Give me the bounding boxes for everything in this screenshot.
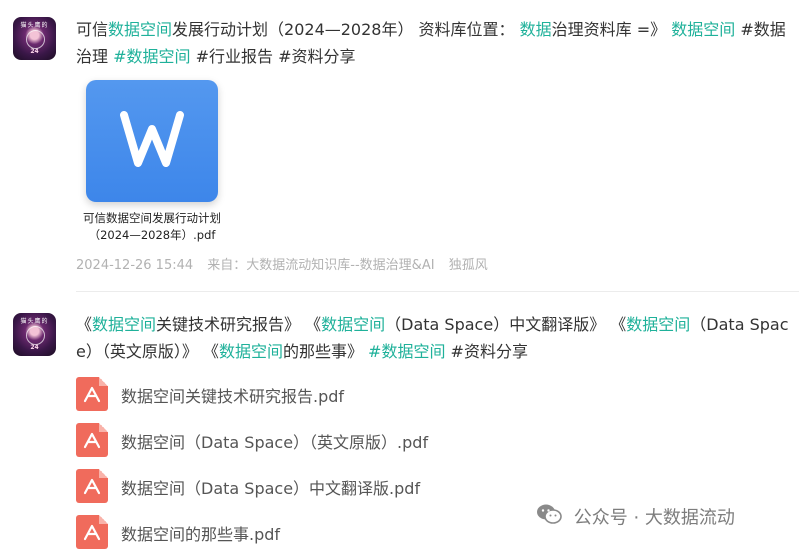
text-segment: 发展行动计划（2024—2028年） 资料库位置： <box>172 20 520 39</box>
avatar[interactable]: 猫头鹰的 24 <box>13 17 56 60</box>
post-date: 2024-12-26 15:44 <box>76 258 194 273</box>
wechat-icon <box>536 503 562 530</box>
text-segment: 关键技术研究报告》 《 <box>156 315 322 334</box>
post-divider <box>76 291 799 292</box>
text-segment: #数据 <box>740 20 786 39</box>
pdf-file-icon <box>76 469 108 503</box>
avatar-label-num: 24 <box>30 344 39 351</box>
keyword-link[interactable]: 数据空间 <box>626 315 690 334</box>
avatar-figure <box>26 326 45 345</box>
keyword-link[interactable]: #数据空间 <box>108 47 190 66</box>
keyword-link[interactable]: 数据空间 <box>671 20 735 39</box>
text-segment: #行业报告 #资料分享 <box>190 47 356 66</box>
text-segment: 可信 <box>76 20 109 39</box>
watermark-text: 公众号 · 大数据流动 <box>573 507 735 529</box>
text-segment: 治理资料库 =》 <box>551 20 672 39</box>
avatar-label-top: 猫头鹰的 <box>20 22 49 29</box>
text-segment: （Data Space）中文翻译版》 《 <box>385 315 627 334</box>
pdf-file-item[interactable]: 数据空间关键技术研究报告.pdf <box>76 377 576 413</box>
wps-writer-icon <box>120 111 184 167</box>
keyword-link[interactable]: 数据空间 <box>92 315 156 334</box>
keyword-link[interactable]: 数据空间 <box>321 315 385 334</box>
text-segment: #资料分享 <box>445 342 528 361</box>
avatar-figure <box>26 30 45 49</box>
avatar-label-top: 猫头鹰的 <box>20 318 49 325</box>
text-segment: 治理 <box>76 47 109 66</box>
pdf-file-item[interactable]: 数据空间（Data Space）（英文原版）.pdf <box>76 423 576 459</box>
avatar-label-num: 24 <box>30 48 39 55</box>
post-text: 《数据空间关键技术研究报告》 《数据空间（Data Space）中文翻译版》 《… <box>76 311 796 365</box>
pdf-file-name: 数据空间（Data Space）中文翻译版.pdf <box>121 479 421 498</box>
pdf-file-icon <box>76 423 108 457</box>
pdf-file-item[interactable]: 数据空间（Data Space）中文翻译版.pdf <box>76 469 576 505</box>
post-text: 可信数据空间发展行动计划（2024—2028年） 资料库位置： 数据治理资料库 … <box>76 16 796 70</box>
file-name-line2: （2024—2028年）.pdf <box>88 228 216 242</box>
post-source[interactable]: 来自：大数据流动知识库--数据治理&AI <box>207 258 434 273</box>
pdf-file-name: 数据空间的那些事.pdf <box>121 525 281 544</box>
post-meta: 2024-12-26 15:44 来自：大数据流动知识库--数据治理&AI 独孤… <box>76 256 498 276</box>
pdf-file-item[interactable]: 数据空间的那些事.pdf <box>76 515 576 551</box>
file-name[interactable]: 可信数据空间发展行动计划 （2024—2028年）.pdf <box>76 210 228 244</box>
pdf-file-icon <box>76 515 108 549</box>
post-author[interactable]: 独孤风 <box>449 258 488 273</box>
file-name-line1: 可信数据空间发展行动计划 <box>83 211 221 225</box>
keyword-link[interactable]: 数据 <box>520 20 552 39</box>
avatar[interactable]: 猫头鹰的 24 <box>13 313 56 356</box>
keyword-link[interactable]: 数据空间 <box>108 20 172 39</box>
text-segment: 《 <box>76 315 93 334</box>
keyword-link[interactable]: #数据空间 <box>368 342 445 361</box>
pdf-file-icon <box>76 377 108 411</box>
file-attachment-card[interactable] <box>86 80 218 202</box>
text-segment: 的那些事》 <box>282 342 369 361</box>
pdf-file-name: 数据空间关键技术研究报告.pdf <box>121 387 345 406</box>
keyword-link[interactable]: 数据空间 <box>219 342 283 361</box>
pdf-file-name: 数据空间（Data Space）（英文原版）.pdf <box>121 433 429 452</box>
watermark: 公众号 · 大数据流动 <box>536 503 735 531</box>
